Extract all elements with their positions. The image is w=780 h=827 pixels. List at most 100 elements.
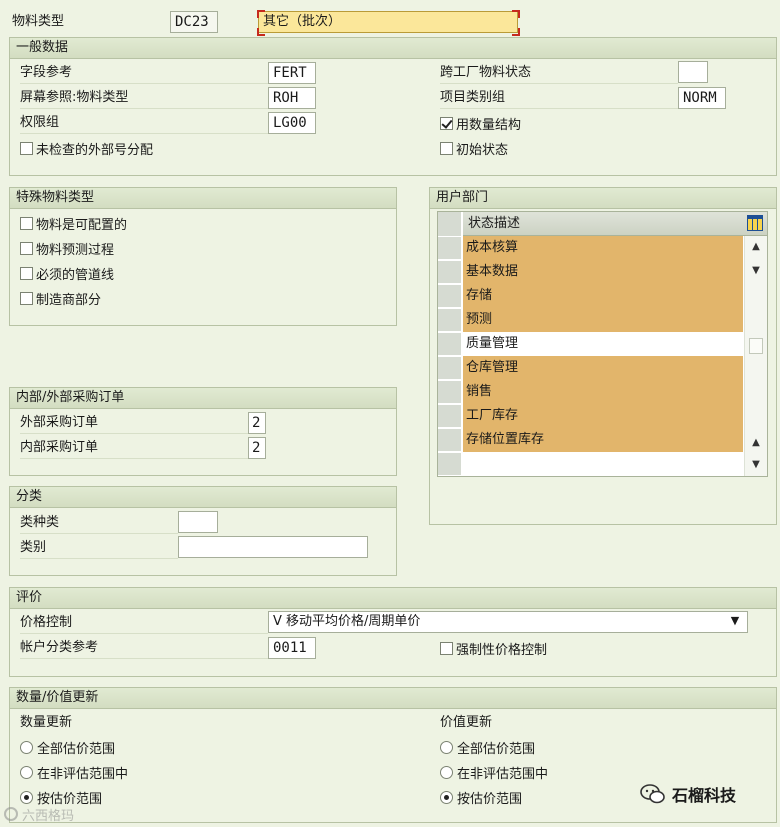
valuation-title: 评价	[10, 588, 776, 609]
unchecked-ext-number-checkbox[interactable]: 未检查的外部号分配	[20, 138, 153, 158]
user-department-table: 状态描述 成本核算 基本数据 存储 预测 质量管理 仓库管理 销售 工厂库存 存…	[437, 211, 768, 477]
material-type-label: 物料类型	[12, 14, 65, 29]
row-selector[interactable]	[438, 237, 462, 259]
configurable-checkbox[interactable]: 物料是可配置的	[20, 213, 127, 233]
checkbox-icon	[20, 266, 33, 280]
row-selector[interactable]	[438, 405, 462, 427]
external-po-input[interactable]: 2	[248, 412, 266, 434]
radio-icon	[440, 765, 453, 779]
manufacturer-part-label: 制造商部分	[36, 292, 102, 308]
checkbox-icon	[20, 291, 33, 305]
watermark-right-text: 石榴科技	[672, 786, 737, 805]
scroll-page-down-icon[interactable]: ▼	[748, 457, 764, 473]
material-type-description-field[interactable]: 其它（批次）	[258, 11, 518, 33]
forced-price-control-label: 强制性价格控制	[456, 642, 548, 658]
forced-price-control-checkbox[interactable]: 强制性价格控制	[440, 638, 547, 658]
item-category-group-label: 项目类别组	[440, 87, 678, 109]
external-po-label: 外部采购订单	[20, 412, 248, 434]
classification-title: 分类	[10, 487, 396, 508]
qty-value-update-title: 数量/价值更新	[10, 688, 776, 709]
forecast-process-checkbox[interactable]: 物料预测过程	[20, 238, 114, 258]
class-type-input[interactable]	[178, 511, 218, 533]
row-selector[interactable]	[438, 261, 462, 283]
scroll-page-up-icon[interactable]: ▲	[748, 435, 764, 451]
select-all-cell[interactable]	[438, 212, 462, 236]
required-corner-icon	[512, 28, 520, 36]
row-label: 销售	[463, 380, 743, 404]
radio-icon	[20, 765, 33, 779]
unchecked-ext-number-label: 未检查的外部号分配	[36, 142, 154, 158]
required-corner-icon	[257, 10, 265, 18]
row-label: 预测	[463, 308, 743, 332]
qty-option-all-radio[interactable]: 全部估价范围	[20, 737, 115, 757]
row-label: 基本数据	[463, 260, 743, 284]
qty-option-none-label: 在非评估范围中	[37, 766, 129, 782]
qty-update-title: 数量更新	[20, 715, 73, 730]
pipeline-label: 必须的管道线	[36, 267, 115, 283]
internal-po-input[interactable]: 2	[248, 437, 266, 459]
value-option-none-label: 在非评估范围中	[457, 766, 549, 782]
material-type-field[interactable]: DC23	[170, 11, 218, 33]
value-option-by-area-label: 按估价范围	[457, 791, 523, 807]
required-corner-icon	[512, 10, 520, 18]
row-selector[interactable]	[438, 357, 462, 379]
screen-ref-label: 屏幕参照:物料类型	[20, 87, 268, 109]
row-selector[interactable]	[438, 429, 462, 451]
row-label: 工厂库存	[463, 404, 743, 428]
item-category-group-input[interactable]: NORM	[678, 87, 726, 109]
value-option-by-area-radio[interactable]: 按估价范围	[440, 787, 522, 807]
scroll-thumb[interactable]	[749, 338, 763, 354]
column-settings-cell	[743, 212, 767, 236]
auth-group-label: 权限组	[20, 112, 268, 134]
scroll-up-icon[interactable]: ▲	[748, 239, 764, 255]
scroll-down-icon[interactable]: ▼	[748, 263, 764, 279]
row-selector[interactable]	[438, 285, 462, 307]
qty-option-none-radio[interactable]: 在非评估范围中	[20, 762, 128, 782]
row-label: 质量管理	[466, 336, 519, 351]
row-label	[463, 452, 743, 476]
internal-po-label: 内部采购订单	[20, 437, 248, 459]
screen-ref-input[interactable]: ROH	[268, 87, 316, 109]
initial-status-checkbox[interactable]: 初始状态	[440, 138, 508, 158]
vertical-scrollbar[interactable]: ▲ ▼ ▲ ▼	[744, 236, 767, 476]
row-selector[interactable]	[438, 381, 462, 403]
account-category-input[interactable]: 0011	[268, 637, 316, 659]
field-ref-label: 字段参考	[20, 62, 268, 84]
row-selector[interactable]	[438, 453, 462, 475]
watermark-left: 六西格玛	[4, 804, 74, 824]
checkbox-icon	[20, 141, 33, 155]
special-material-title: 特殊物料类型	[10, 188, 396, 209]
pipeline-checkbox[interactable]: 必须的管道线	[20, 263, 114, 283]
radio-selected-icon	[440, 790, 453, 804]
auth-group-input[interactable]: LG00	[268, 112, 316, 134]
price-control-select[interactable]: V 移动平均价格/周期单价	[268, 611, 748, 633]
required-corner-icon	[257, 28, 265, 36]
dropdown-arrow-icon[interactable]: ▼	[728, 614, 742, 628]
row-label: 成本核算	[463, 236, 743, 260]
column-header-status-desc[interactable]: 状态描述	[463, 212, 743, 236]
watermark-logo-icon	[4, 807, 18, 821]
qty-option-all-label: 全部估价范围	[37, 741, 116, 757]
manufacturer-part-checkbox[interactable]: 制造商部分	[20, 288, 101, 308]
checkbox-icon	[20, 216, 33, 230]
wechat-icon	[640, 784, 665, 804]
checkbox-checked-icon	[440, 116, 453, 130]
class-type-label: 类种类	[20, 512, 178, 534]
radio-icon	[440, 740, 453, 754]
value-option-all-label: 全部估价范围	[457, 741, 536, 757]
table-settings-icon[interactable]	[747, 215, 763, 231]
cross-plant-status-input[interactable]	[678, 61, 708, 83]
row-selector[interactable]	[438, 309, 462, 331]
value-option-none-radio[interactable]: 在非评估范围中	[440, 762, 548, 782]
class-input[interactable]	[178, 536, 368, 558]
radio-selected-icon	[20, 790, 33, 804]
class-label: 类别	[20, 537, 178, 559]
value-option-all-radio[interactable]: 全部估价范围	[440, 737, 535, 757]
checkbox-icon	[440, 641, 453, 655]
row-selector[interactable]	[438, 333, 462, 355]
configurable-label: 物料是可配置的	[36, 217, 128, 233]
use-qty-structure-checkbox[interactable]: 用数量结构	[440, 113, 521, 133]
checkbox-icon	[20, 241, 33, 255]
account-category-label: 帐户分类参考	[20, 637, 268, 659]
field-ref-input[interactable]: FERT	[268, 62, 316, 84]
